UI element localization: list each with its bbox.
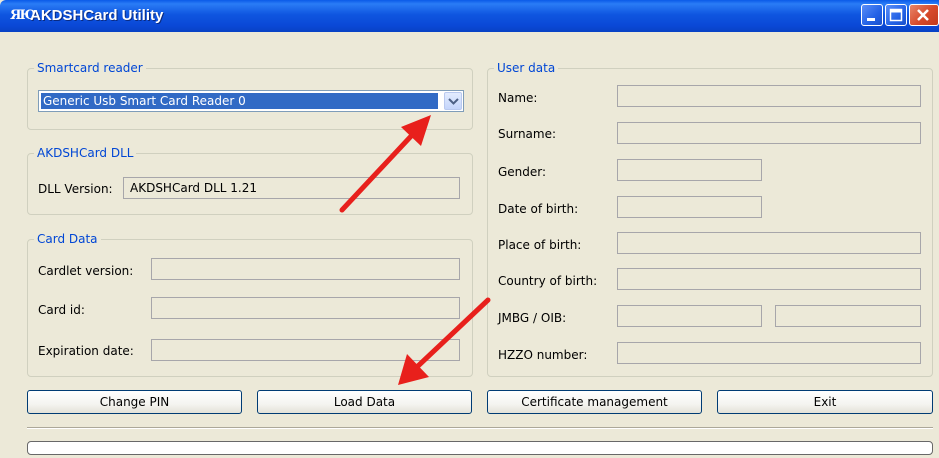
smartcard-reader-selected-value: Generic Usb Smart Card Reader 0 [41, 93, 438, 109]
expiration-date-label: Expiration date: [38, 344, 134, 358]
card-data-group-title: Card Data [34, 232, 101, 246]
dll-group-title: AKDSHCard DLL [34, 146, 137, 160]
title-bar[interactable]: ЯЮ AKDSHCard Utility [0, 0, 939, 32]
name-label: Name: [498, 91, 538, 105]
cardlet-version-label: Cardlet version: [38, 264, 134, 278]
separator [27, 427, 933, 429]
load-data-button[interactable]: Load Data [257, 390, 472, 414]
jmbg-oib-label: JMBG / OIB: [498, 311, 567, 325]
hzzo-number-label: HZZO number: [498, 348, 588, 362]
progress-bar [27, 441, 933, 455]
maximize-icon [889, 8, 903, 22]
chevron-down-icon [448, 98, 459, 105]
close-icon [917, 9, 929, 21]
hzzo-number-field [617, 342, 921, 364]
exit-button[interactable]: Exit [717, 390, 933, 414]
date-of-birth-field [617, 196, 762, 218]
gender-label: Gender: [498, 165, 547, 179]
maximize-button[interactable] [885, 4, 907, 26]
dll-version-label: DLL Version: [38, 182, 113, 196]
app-icon: ЯЮ [10, 8, 36, 23]
card-id-field [151, 297, 460, 319]
gender-field [617, 159, 762, 181]
date-of-birth-label: Date of birth: [498, 202, 579, 216]
name-field [617, 85, 921, 107]
oib-field [775, 305, 921, 327]
place-of-birth-field [617, 232, 921, 254]
app-window: ЯЮ AKDSHCard Utility Smartcard reader Ge… [0, 0, 939, 458]
surname-field [617, 122, 921, 144]
dll-version-field: AKDSHCard DLL 1.21 [123, 177, 460, 199]
smartcard-reader-select[interactable]: Generic Usb Smart Card Reader 0 [38, 90, 464, 112]
smartcard-reader-group-title: Smartcard reader [34, 61, 146, 75]
minimize-icon [867, 18, 875, 21]
country-of-birth-field [617, 268, 921, 290]
cardlet-version-field [151, 258, 460, 280]
certificate-management-button[interactable]: Certificate management [487, 390, 702, 414]
window-title: AKDSHCard Utility [30, 7, 164, 24]
close-button[interactable] [909, 4, 939, 26]
user-data-group-title: User data [494, 61, 559, 75]
jmbg-field [617, 305, 762, 327]
place-of-birth-label: Place of birth: [498, 238, 582, 252]
expiration-date-field [151, 339, 460, 361]
country-of-birth-label: Country of birth: [498, 274, 598, 288]
dropdown-button[interactable] [444, 92, 462, 110]
user-data-group: User data [487, 61, 933, 377]
surname-label: Surname: [498, 127, 557, 141]
minimize-button[interactable] [861, 4, 883, 26]
change-pin-button[interactable]: Change PIN [27, 390, 242, 414]
card-id-label: Card id: [38, 303, 85, 317]
